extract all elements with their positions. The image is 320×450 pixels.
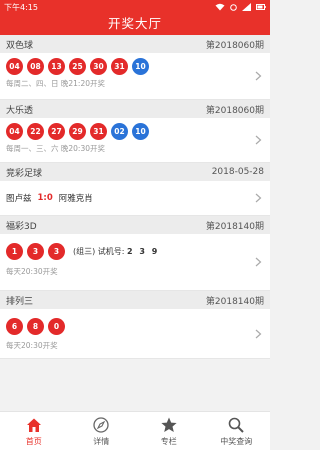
- trial-label: 试机号:: [97, 247, 125, 256]
- star-icon: [161, 417, 177, 432]
- red-ball: 29: [69, 123, 86, 140]
- draw-schedule: 每周二、四、日 晚21:20开奖: [6, 79, 105, 88]
- tab-label: 中奖查询: [220, 436, 253, 446]
- group-label: (组三): [73, 247, 96, 256]
- red-ball: 30: [90, 58, 107, 75]
- trial-info: (组三) 试机号: 2 3 9: [73, 246, 159, 257]
- card-header-ssq: 双色球 第2018060期: [0, 35, 270, 53]
- lottery-name: 双色球: [6, 40, 34, 51]
- tab-details[interactable]: 详情: [68, 412, 136, 450]
- search-icon: [228, 417, 244, 433]
- lottery-card-jczq[interactable]: 图卢兹 1:0 阿雅克肖: [0, 181, 270, 216]
- home-team: 图卢兹: [6, 194, 32, 204]
- lottery-name: 竞彩足球: [6, 168, 43, 179]
- bottom-tab-bar: 首页 详情 专栏 中奖查询: [0, 411, 270, 450]
- red-ball: 04: [6, 58, 23, 75]
- lottery-card-fc3d[interactable]: 1 3 3 (组三) 试机号: 2 3 9 每天20:30开奖: [0, 234, 270, 291]
- card-header-pl3: 排列三 第2018140期: [0, 291, 270, 309]
- red-ball: 3: [27, 243, 44, 260]
- red-ball: 31: [111, 58, 128, 75]
- status-bar: 下午4:15: [0, 0, 270, 14]
- red-ball: 0: [48, 318, 65, 335]
- wifi-icon: [215, 3, 225, 11]
- red-ball: 04: [6, 123, 23, 140]
- issue-number: 第2018060期: [205, 105, 264, 116]
- chevron-right-icon: [255, 329, 262, 338]
- signal-icon: [242, 3, 251, 11]
- tab-label: 专栏: [160, 436, 177, 446]
- tab-home[interactable]: 首页: [0, 412, 68, 450]
- match-score: 1:0: [37, 193, 53, 203]
- red-ball: 27: [48, 123, 65, 140]
- blue-ball: 10: [132, 58, 149, 75]
- lottery-list: 双色球 第2018060期 04 08 13 25 30 31 10 每周二、四…: [0, 35, 270, 411]
- lottery-card-pl3[interactable]: 6 8 0 每天20:30开奖: [0, 309, 270, 359]
- card-header-jczq: 竞彩足球 2018-05-28: [0, 163, 270, 181]
- issue-number: 第2018140期: [205, 221, 264, 232]
- red-ball: 3: [48, 243, 65, 260]
- red-ball: 08: [27, 58, 44, 75]
- status-time: 下午4:15: [4, 2, 38, 12]
- tab-prize-check[interactable]: 中奖查询: [203, 412, 271, 450]
- red-ball: 6: [6, 318, 23, 335]
- chevron-right-icon: [255, 257, 262, 267]
- red-ball: 1: [6, 243, 23, 260]
- lottery-card-ssq[interactable]: 04 08 13 25 30 31 10 每周二、四、日 晚21:20开奖: [0, 53, 270, 100]
- draw-schedule: 每周一、三、六 晚20:30开奖: [6, 144, 105, 153]
- home-icon: [26, 418, 41, 432]
- compass-icon: [93, 416, 109, 433]
- match-row: 图卢兹 1:0 阿雅克肖: [6, 187, 264, 209]
- tab-column[interactable]: 专栏: [135, 412, 203, 450]
- away-team: 阿雅克肖: [58, 194, 93, 204]
- lottery-name: 排列三: [6, 296, 34, 307]
- lottery-card-dlt[interactable]: 04 22 27 29 31 02 10 每周一、三、六 晚20:30开奖: [0, 118, 270, 163]
- battery-icon: [256, 4, 266, 10]
- ball-row: 04 08 13 25 30 31 10: [6, 57, 264, 76]
- blue-ball: 10: [132, 123, 149, 140]
- red-ball: 31: [90, 123, 107, 140]
- chevron-right-icon: [255, 71, 262, 81]
- draw-schedule: 每天20:30开奖: [6, 267, 58, 276]
- issue-number: 第2018140期: [205, 296, 264, 307]
- ball-row: 1 3 3 (组三) 试机号: 2 3 9: [6, 242, 264, 261]
- tab-label: 详情: [93, 436, 110, 446]
- red-ball: 22: [27, 123, 44, 140]
- blue-ball: 02: [111, 123, 128, 140]
- red-ball: 8: [27, 318, 44, 335]
- lottery-name: 大乐透: [6, 105, 34, 116]
- card-header-dlt: 大乐透 第2018060期: [0, 100, 270, 118]
- ball-row: 04 22 27 29 31 02 10: [6, 122, 264, 141]
- lottery-name: 福彩3D: [6, 221, 37, 232]
- chevron-right-icon: [255, 135, 262, 145]
- chevron-right-icon: [255, 193, 262, 203]
- red-ball: 13: [48, 58, 65, 75]
- match-date: 2018-05-28: [211, 167, 264, 177]
- ball-row: 6 8 0: [6, 317, 264, 336]
- trial-number: 2 3 9: [127, 247, 160, 256]
- card-header-fc3d: 福彩3D 第2018140期: [0, 216, 270, 234]
- red-ball: 25: [69, 58, 86, 75]
- page-title: 开奖大厅: [0, 14, 270, 35]
- draw-schedule: 每天20:30开奖: [6, 341, 58, 350]
- tab-label: 首页: [25, 436, 42, 446]
- status-icons: [215, 3, 266, 11]
- issue-number: 第2018060期: [205, 40, 264, 51]
- alarm-icon: [230, 3, 237, 11]
